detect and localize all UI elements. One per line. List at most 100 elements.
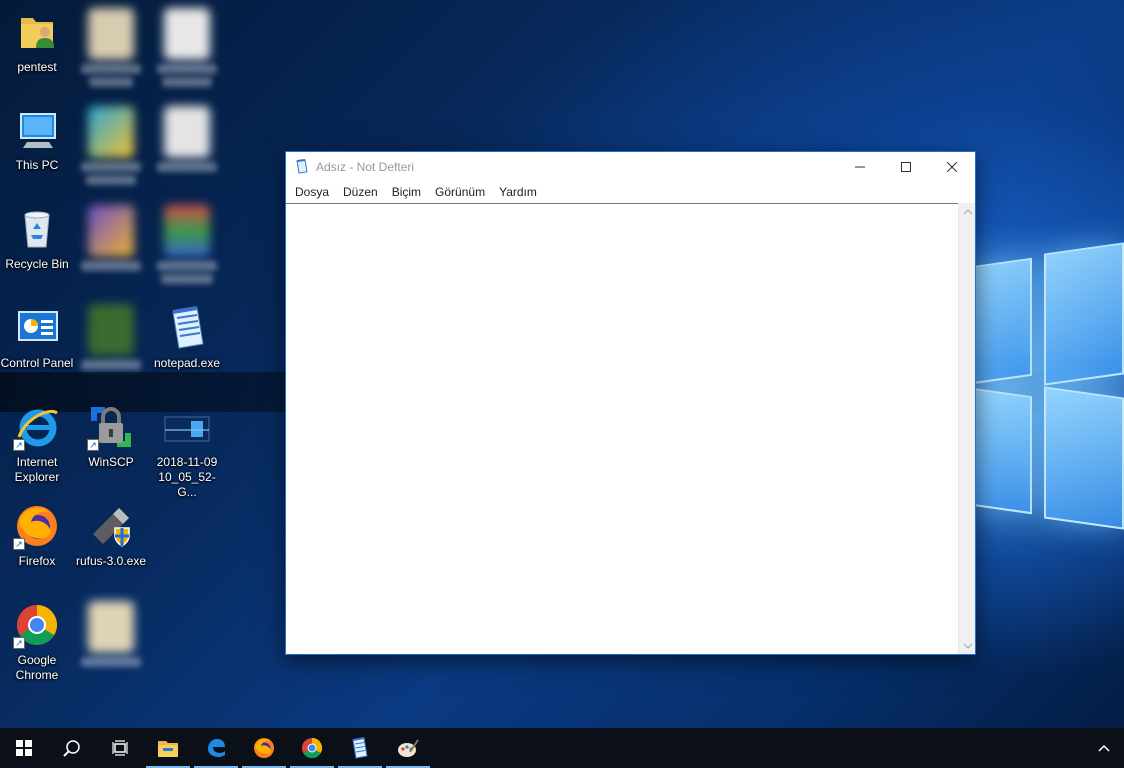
blurred-file-icon: [164, 106, 210, 158]
internet-explorer-icon: ↗: [13, 403, 61, 451]
firefox-icon: ↗: [13, 502, 61, 550]
taskbar-edge[interactable]: [192, 728, 240, 768]
scroll-up-button[interactable]: [959, 203, 976, 220]
desktop-icon-blurred[interactable]: [74, 8, 148, 87]
desktop-icon-blurred[interactable]: [150, 205, 224, 284]
minimize-icon: [855, 166, 865, 167]
desktop-icon-firefox[interactable]: ↗ Firefox: [0, 502, 74, 569]
desktop-icon-blurred[interactable]: [150, 8, 224, 87]
chevron-up-icon: [1098, 744, 1110, 752]
shortcut-arrow-icon: ↗: [13, 538, 25, 550]
desktop-icon-label: notepad.exe: [153, 356, 221, 370]
desktop-icon-winscp[interactable]: ↗ WinSCP: [74, 403, 148, 470]
blurred-app-icon: [88, 205, 134, 257]
desktop-icon-label: pentest: [17, 60, 57, 74]
blurred-app-icon: [88, 304, 134, 356]
notepad-icon: [352, 737, 368, 759]
maximize-icon: [901, 161, 911, 172]
menu-format[interactable]: Biçim: [385, 183, 428, 201]
desktop-icon-pentest[interactable]: pentest: [0, 8, 74, 75]
menu-file[interactable]: Dosya: [288, 183, 336, 201]
maximize-button[interactable]: [883, 152, 929, 181]
chevron-up-icon: [963, 208, 972, 214]
desktop-icon-control-panel[interactable]: Control Panel: [0, 304, 74, 371]
menu-bar: Dosya Düzen Biçim Görünüm Yardım: [286, 181, 975, 203]
task-view-icon: [112, 740, 128, 756]
paint-icon: [398, 739, 419, 757]
close-button[interactable]: [929, 152, 975, 181]
desktop-icon-label: Google Chrome: [15, 653, 59, 682]
chevron-down-icon: [963, 643, 972, 649]
task-view-button[interactable]: [96, 728, 144, 768]
chrome-icon: ↗: [13, 601, 61, 649]
blurred-file-icon: [164, 8, 210, 60]
close-icon: [947, 161, 957, 172]
computer-icon: [13, 106, 61, 154]
windows-start-icon: [16, 740, 32, 756]
search-button[interactable]: [48, 728, 96, 768]
desktop-icon-blurred[interactable]: [74, 106, 148, 185]
minimize-button[interactable]: [837, 152, 883, 181]
shortcut-arrow-icon: ↗: [13, 637, 25, 649]
desktop-icon-blurred[interactable]: [74, 601, 148, 667]
desktop-icon-google-chrome[interactable]: ↗ Google Chrome: [0, 601, 74, 683]
show-hidden-icons-button[interactable]: [1084, 728, 1124, 768]
wallpaper-logo-pane: [972, 387, 1032, 515]
control-panel-icon: [13, 304, 61, 352]
menu-edit[interactable]: Düzen: [336, 183, 385, 201]
file-explorer-icon: [158, 741, 178, 757]
desktop-icon-label: This PC: [15, 158, 59, 172]
notepad-app-icon: [294, 158, 310, 175]
taskbar-firefox[interactable]: [240, 728, 288, 768]
text-editor-area[interactable]: [286, 203, 975, 654]
taskbar-notepad[interactable]: [336, 728, 384, 768]
image-file-icon: [163, 403, 211, 451]
taskbar-file-explorer[interactable]: [144, 728, 192, 768]
taskbar-paint[interactable]: [384, 728, 432, 768]
desktop-icon-label: Internet Explorer: [14, 455, 60, 484]
desktop-icon-blurred[interactable]: [150, 106, 224, 172]
taskbar: [0, 728, 1124, 768]
desktop-icon-label: 2018-11-09 10_05_52-G...: [156, 455, 218, 499]
search-icon: [63, 740, 80, 757]
usb-drive-icon: [87, 502, 135, 550]
desktop-icon-label: Control Panel: [0, 356, 74, 370]
wallpaper-logo-pane: [1044, 242, 1124, 386]
desktop-icon-rufus[interactable]: rufus-3.0.exe: [74, 502, 148, 569]
edge-icon: [208, 739, 225, 757]
shortcut-arrow-icon: ↗: [87, 439, 99, 451]
desktop-icon-blurred[interactable]: [74, 205, 148, 271]
desktop-icon-label: rufus-3.0.exe: [75, 554, 147, 568]
title-bar[interactable]: Adsız - Not Defteri: [286, 152, 975, 181]
start-button[interactable]: [0, 728, 48, 768]
desktop-icon-this-pc[interactable]: This PC: [0, 106, 74, 173]
wallpaper-logo-pane: [1044, 386, 1124, 530]
winscp-icon: ↗: [87, 403, 135, 451]
desktop-icon-internet-explorer[interactable]: ↗ Internet Explorer: [0, 403, 74, 485]
blurred-app-icon: [88, 106, 134, 158]
firefox-icon: [254, 738, 274, 758]
notepad-file-icon: [163, 304, 211, 352]
menu-view[interactable]: Görünüm: [428, 183, 492, 201]
wallpaper-logo-pane: [972, 257, 1032, 385]
desktop-icon-screenshot-file[interactable]: 2018-11-09 10_05_52-G...: [150, 403, 224, 500]
recycle-bin-icon: [13, 205, 61, 253]
blurred-file-icon: [88, 601, 134, 653]
desktop-icon-recycle-bin[interactable]: Recycle Bin: [0, 205, 74, 272]
taskbar-chrome[interactable]: [288, 728, 336, 768]
desktop-icon-notepad-exe[interactable]: notepad.exe: [150, 304, 224, 371]
menu-help[interactable]: Yardım: [492, 183, 544, 201]
desktop-icon-label: Recycle Bin: [5, 257, 69, 271]
blurred-file-icon: [88, 8, 134, 60]
desktop-icon-label: WinSCP: [88, 455, 134, 469]
blurred-app-icon: [164, 205, 210, 257]
chrome-icon: [302, 737, 323, 759]
scroll-down-button[interactable]: [959, 637, 976, 654]
window-title: Adsız - Not Defteri: [316, 159, 415, 174]
shortcut-arrow-icon: ↗: [13, 439, 25, 451]
user-folder-icon: [13, 8, 61, 56]
vertical-scrollbar[interactable]: [958, 203, 975, 654]
notepad-window[interactable]: Adsız - Not Defteri Dosya Düzen Biçim Gö…: [285, 151, 976, 655]
desktop-icon-blurred[interactable]: [74, 304, 148, 370]
desktop-icon-label: Firefox: [18, 554, 56, 568]
